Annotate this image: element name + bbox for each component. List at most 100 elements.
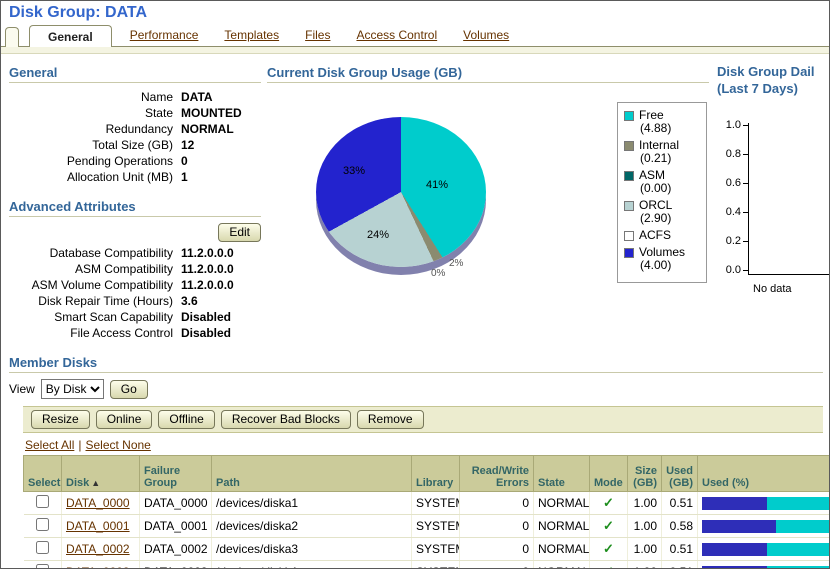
legend-swatch-orcl [624,201,634,211]
tab-templates[interactable]: Templates [216,24,287,47]
path-cell: /devices/diska2 [212,515,412,538]
tab-files[interactable]: Files [297,24,338,47]
col-header-select: Select [24,456,62,492]
daily-chart-plot: 1.0 0.8 0.6 0.4 0.2 0.0 No data [717,111,830,311]
legend-item-orcl: ORCL (2.90) [624,199,700,225]
state-cell: NORMAL [534,538,590,561]
legend-value: (0.21) [624,152,700,165]
size-cell: 1.00 [628,561,662,569]
field-label: ASM Compatibility [9,261,181,277]
field-disk-repair-time: Disk Repair Time (Hours) 3.6 [9,293,261,309]
field-label: State [9,105,181,121]
col-header-used-pct: Used (%) [698,456,830,492]
library-cell: SYSTEM [412,515,460,538]
library-cell: SYSTEM [412,538,460,561]
tab-volumes[interactable]: Volumes [455,24,517,47]
field-pending-operations: Pending Operations 0 [9,153,261,169]
used-cell: 0.58 [662,515,698,538]
select-none-link[interactable]: Select None [85,438,150,452]
pie-chart-area: 33% 41% 24% 2% 0% Free (4.88) Internal (… [267,89,709,339]
disk-link[interactable]: DATA_0002 [66,542,130,556]
select-all-link[interactable]: Select All [25,438,74,452]
library-cell: SYSTEM [412,561,460,569]
view-label: View [9,382,35,396]
go-button[interactable]: Go [110,380,148,399]
table-row: DATA_0001 DATA_0001 /devices/diska2 SYST… [24,515,830,538]
offline-button[interactable]: Offline [158,410,214,429]
y-axis-line [748,123,749,275]
legend-value: (4.88) [624,122,700,135]
field-label: File Access Control [9,325,181,341]
legend-swatch-acfs [624,231,634,241]
failure-group-cell: DATA_0001 [140,515,212,538]
path-cell: /devices/diska1 [212,492,412,515]
legend-value: (4.00) [624,259,700,272]
field-state: State MOUNTED [9,105,261,121]
disk-usage-pie-chart [316,117,486,267]
daily-chart-section: Disk Group Dail (Last 7 Days) 1.0 0.8 0.… [717,63,830,311]
online-button[interactable]: Online [96,410,153,429]
field-value: 3.6 [181,293,261,309]
field-value: 0 [181,153,261,169]
row-select-checkbox[interactable] [36,541,49,554]
legend-value: (0.00) [624,182,700,195]
axis-tick-label: 1.0 [717,119,741,131]
edit-row: Edit [9,223,261,242]
general-section: General Name DATA State MOUNTED Redundan… [9,65,261,341]
link-separator: | [78,438,81,452]
size-cell: 1.00 [628,515,662,538]
view-row: View By Disk Go [9,379,823,399]
legend-item-volumes: Volumes (4.00) [624,246,700,272]
table-row: DATA_0003 DATA_0003 /devices/diskb1 SYST… [24,561,830,569]
field-label: Pending Operations [9,153,181,169]
state-cell: NORMAL [534,492,590,515]
pie-label-orcl: 24% [367,229,389,241]
remove-button[interactable]: Remove [357,410,424,429]
used-pct-fill [702,566,767,569]
no-data-label: No data [753,283,792,295]
usage-section: Current Disk Group Usage (GB) 33% 41% 24… [267,65,709,339]
field-value: 11.2.0.0.0 [181,277,261,293]
view-select[interactable]: By Disk [41,379,104,399]
disk-link[interactable]: DATA_0003 [66,565,130,569]
row-select-checkbox[interactable] [36,564,49,569]
check-icon: ✓ [603,541,614,556]
general-heading: General [9,65,261,83]
edit-button[interactable]: Edit [218,223,261,242]
field-label: Name [9,89,181,105]
library-cell: SYSTEM [412,492,460,515]
asm-disk-group-page: Disk Group: DATA General Performance Tem… [0,0,830,569]
check-icon: ✓ [603,564,614,569]
tab-general[interactable]: General [29,25,112,47]
member-disks-table: Select Disk▲ Failure Group Path Library … [23,455,830,569]
field-asm-compatibility: ASM Compatibility 11.2.0.0.0 [9,261,261,277]
tab-access-control[interactable]: Access Control [348,24,445,47]
field-name: Name DATA [9,89,261,105]
used-cell: 0.51 [662,561,698,569]
table-header-row: Select Disk▲ Failure Group Path Library … [24,456,830,492]
pie-label-asm: 0% [431,268,445,279]
legend-swatch-free [624,111,634,121]
resize-button[interactable]: Resize [31,410,90,429]
col-header-errors: Read/Write Errors [460,456,534,492]
tab-performance[interactable]: Performance [122,24,207,47]
field-label: Disk Repair Time (Hours) [9,293,181,309]
disk-link[interactable]: DATA_0001 [66,519,130,533]
recover-bad-blocks-button[interactable]: Recover Bad Blocks [221,410,351,429]
field-label: Smart Scan Capability [9,309,181,325]
failure-group-cell: DATA_0000 [140,492,212,515]
field-label: Allocation Unit (MB) [9,169,181,185]
field-value: NORMAL [181,121,261,137]
row-select-checkbox[interactable] [36,495,49,508]
used-pct-bar [702,566,830,569]
size-cell: 1.00 [628,538,662,561]
table-row: DATA_0000 DATA_0000 /devices/diska1 SYST… [24,492,830,515]
errors-cell: 0 [460,515,534,538]
row-select-checkbox[interactable] [36,518,49,531]
usage-heading: Current Disk Group Usage (GB) [267,65,709,83]
legend-swatch-volumes [624,248,634,258]
col-header-disk[interactable]: Disk▲ [62,456,140,492]
field-smart-scan: Smart Scan Capability Disabled [9,309,261,325]
disk-link[interactable]: DATA_0000 [66,496,130,510]
path-cell: /devices/diska3 [212,538,412,561]
